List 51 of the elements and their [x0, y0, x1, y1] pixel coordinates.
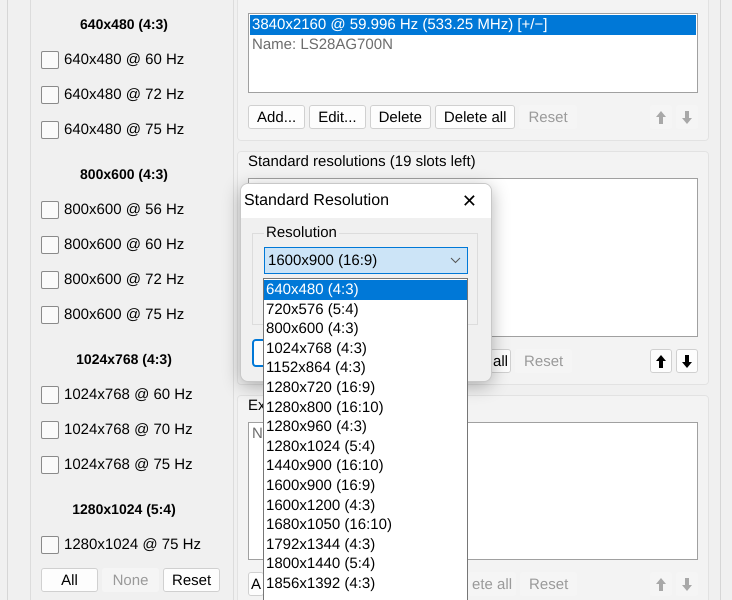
- checkbox[interactable]: [41, 536, 59, 554]
- group-heading: 640x480 (4:3): [79, 15, 169, 34]
- dropdown-option[interactable]: 640x480 (4:3): [264, 280, 467, 300]
- button[interactable]: Delete: [370, 105, 431, 129]
- checkbox[interactable]: [41, 420, 59, 438]
- move-button[interactable]: [676, 349, 698, 373]
- dropdown-field[interactable]: 1600x900 (16:9): [264, 247, 468, 274]
- dropdown-option[interactable]: 720x576 (5:4): [264, 300, 467, 320]
- group-heading: 800x600 (4:3): [79, 165, 169, 184]
- checkbox-label: 800x600 @ 72 Hz: [64, 271, 184, 288]
- checkbox-label: 640x480 @ 72 Hz: [64, 86, 184, 103]
- checkbox[interactable]: [41, 386, 59, 404]
- checkbox[interactable]: [41, 270, 59, 288]
- checkbox-label: 1024x768 @ 75 Hz: [64, 456, 193, 473]
- list-item[interactable]: Name: LS28AG700N: [250, 35, 696, 55]
- group-heading: 1280x1024 (5:4): [71, 500, 177, 519]
- checkbox-label: 800x600 @ 60 Hz: [64, 236, 184, 253]
- button[interactable]: Add...: [248, 105, 306, 129]
- checkbox[interactable]: [41, 120, 59, 138]
- up-arrow-icon: [656, 110, 666, 124]
- button[interactable]: A: [248, 572, 264, 596]
- checkbox-label: 640x480 @ 60 Hz: [64, 51, 184, 68]
- up-arrow-icon: [656, 354, 666, 368]
- group-heading: 1024x768 (4:3): [75, 350, 173, 369]
- checkbox[interactable]: [41, 86, 59, 104]
- down-arrow-icon: [682, 354, 692, 368]
- button[interactable]: All: [41, 568, 98, 592]
- checkbox[interactable]: [41, 306, 59, 324]
- down-arrow-icon: [682, 110, 692, 124]
- checkbox[interactable]: [41, 50, 59, 68]
- move-button[interactable]: [650, 349, 672, 373]
- checkbox-label: 1280x1024 @ 75 Hz: [64, 536, 201, 553]
- button[interactable]: all: [490, 349, 512, 373]
- checkbox-label: 1024x768 @ 70 Hz: [64, 421, 193, 438]
- button[interactable]: Reset: [163, 568, 220, 592]
- section-title: Standard resolutions (19 slots left): [248, 152, 477, 172]
- dialog-title: Standard Resolution: [244, 192, 390, 210]
- down-arrow-icon: [682, 578, 692, 590]
- checkbox-label: 640x480 @ 75 Hz: [64, 121, 184, 138]
- close-button[interactable]: ✕: [456, 190, 483, 212]
- checkbox-label: 800x600 @ 56 Hz: [64, 201, 184, 218]
- chevron-down-icon: [450, 257, 461, 264]
- checkbox-label: 1024x768 @ 60 Hz: [64, 386, 193, 403]
- list-item[interactable]: 3840x2160 @ 59.996 Hz (533.25 MHz) [+/−]: [250, 15, 696, 35]
- checkbox[interactable]: [41, 236, 59, 254]
- button[interactable]: Delete all: [434, 105, 516, 129]
- checkbox-label: 800x600 @ 75 Hz: [64, 306, 184, 323]
- up-arrow-icon: [656, 578, 666, 590]
- button[interactable]: Edit...: [309, 105, 366, 129]
- checkbox[interactable]: [41, 456, 59, 474]
- checkbox[interactable]: [41, 200, 59, 218]
